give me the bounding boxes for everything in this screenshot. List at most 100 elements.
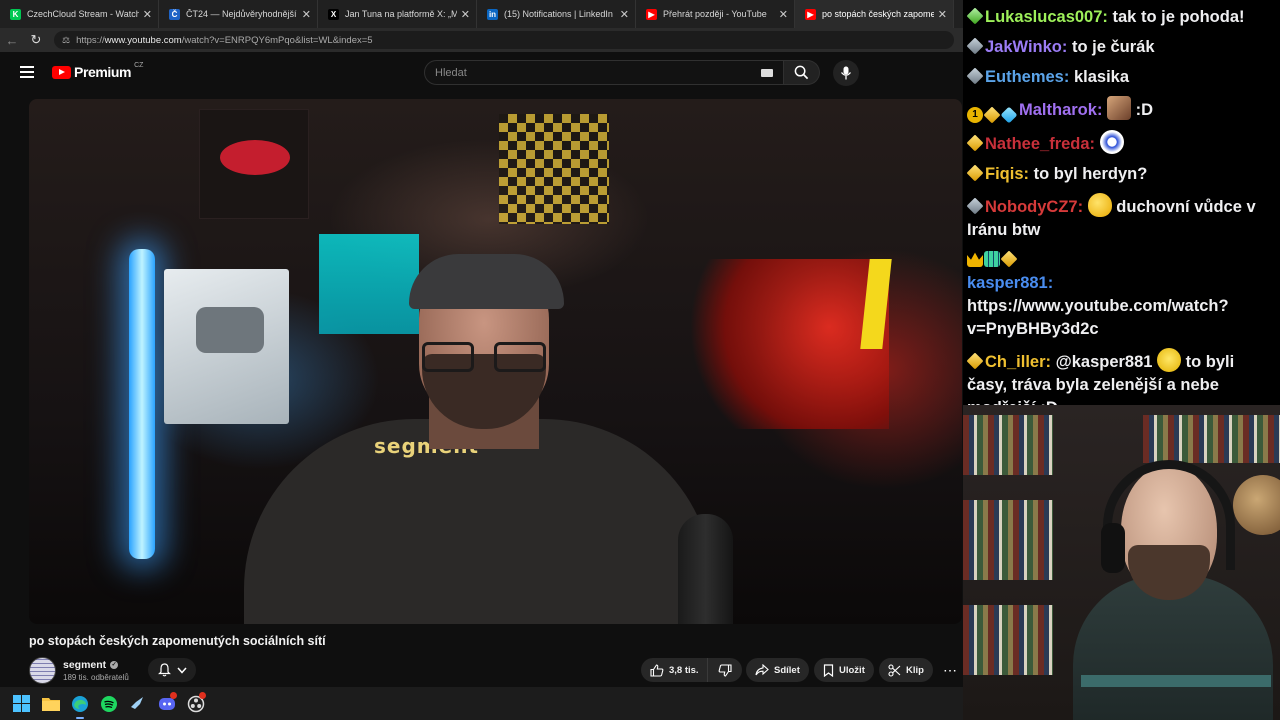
windows-start-icon[interactable] xyxy=(10,692,33,715)
tab-close-icon[interactable]: ✕ xyxy=(302,8,311,21)
video-scene-presenter: segment xyxy=(244,209,733,624)
video-scene-red-light xyxy=(689,259,889,429)
tab-close-icon[interactable]: ✕ xyxy=(938,8,947,21)
chat-badges xyxy=(966,134,984,152)
voice-search-button[interactable] xyxy=(833,60,859,86)
like-button[interactable]: 3,8 tis. xyxy=(641,658,707,682)
search-button[interactable] xyxy=(784,60,820,85)
chat-emote-icon xyxy=(1087,193,1112,217)
chat-username[interactable]: Lukaslucas007 xyxy=(985,8,1102,26)
file-explorer-icon[interactable] xyxy=(39,692,62,715)
site-info-icon[interactable]: ⚖ xyxy=(62,35,70,46)
tab-close-icon[interactable]: ✕ xyxy=(143,8,152,21)
chat-message: Fiqis: to byl herdyn? xyxy=(966,163,1276,186)
browser-tab[interactable]: ▶ po stopách českých zapomen ✕ xyxy=(795,0,954,28)
browser-tab[interactable]: Č ČT24 — Nejdůvěryhodnější zpravo ✕ xyxy=(159,0,318,28)
chat-badges xyxy=(966,197,984,215)
clip-button[interactable]: Klip xyxy=(879,658,933,682)
tab-favicon-icon: ▶ xyxy=(646,8,657,20)
obs-icon[interactable] xyxy=(184,692,207,715)
streamer-webcam xyxy=(963,405,1280,720)
chat-username[interactable]: Maltharok xyxy=(1019,101,1097,119)
chat-username[interactable]: Euthemes xyxy=(985,68,1064,86)
webcam-bookshelf-mid-left xyxy=(963,500,1053,580)
brand-label: Premium xyxy=(74,64,132,80)
crown-badge-icon xyxy=(967,252,983,267)
video-scene-poster xyxy=(199,109,309,219)
url-prefix: https:// xyxy=(76,34,105,46)
spotify-icon[interactable] xyxy=(97,692,120,715)
youtube-premium-logo[interactable]: Premium CZ xyxy=(52,61,144,80)
chat-username[interactable]: NobodyCZ7 xyxy=(985,198,1078,216)
notifications-button[interactable] xyxy=(148,658,196,682)
chat-username[interactable]: kasper881 xyxy=(967,274,1048,292)
tab-title: (15) Notifications | LinkedIn xyxy=(504,9,613,19)
chat-badges xyxy=(966,37,984,55)
obs-recording-badge xyxy=(199,692,206,699)
like-count: 3,8 tis. xyxy=(669,664,699,676)
tab-title: CzechCloud Stream - Watch Live o xyxy=(27,9,139,19)
keyboard-icon[interactable] xyxy=(761,69,773,77)
tab-close-icon[interactable]: ✕ xyxy=(461,8,470,21)
browser-tab[interactable]: in (15) Notifications | LinkedIn ✕ xyxy=(477,0,636,28)
channel-meta: segment ✓ 189 tis. odběratelů xyxy=(63,659,129,682)
chat-username[interactable]: Nathee_freda xyxy=(985,135,1090,153)
discord-notification-badge xyxy=(170,692,177,699)
steam-icon[interactable] xyxy=(126,692,149,715)
chat-username[interactable]: JakWinko xyxy=(985,38,1062,56)
channel-avatar[interactable] xyxy=(29,656,56,684)
tab-title: Přehrát později - YouTube xyxy=(663,9,767,19)
discord-icon[interactable] xyxy=(155,692,178,715)
url-field[interactable]: ⚖ https://www.youtube.com/watch?v=ENRPQY… xyxy=(54,31,954,49)
browser-tab[interactable]: X Jan Tuna na platformě X: „MIMOŘ ✕ xyxy=(318,0,477,28)
webcam-bookshelf-top-right xyxy=(1143,415,1280,463)
chat-colon: : xyxy=(1023,165,1034,183)
search-icon xyxy=(794,65,809,80)
video-scene-microphone xyxy=(678,514,733,624)
menu-icon[interactable] xyxy=(20,66,34,78)
gold-badge-icon xyxy=(966,134,984,152)
tab-title: ČT24 — Nejdůvěryhodnější zpravo xyxy=(186,9,298,19)
country-code: CZ xyxy=(134,61,144,69)
browser-tab[interactable]: K CzechCloud Stream - Watch Live o ✕ xyxy=(0,0,159,28)
chat-emote-icon xyxy=(1107,96,1132,120)
video-player[interactable]: segment xyxy=(29,99,962,624)
url-path: /watch?v=ENRPQY6mPqo&list=WL&index=5 xyxy=(181,34,373,46)
bits-gray-badge-icon xyxy=(966,67,984,85)
blue-badge-icon xyxy=(1000,106,1018,124)
dislike-button[interactable] xyxy=(706,658,742,682)
browser-tab-bar: K CzechCloud Stream - Watch Live o ✕ Č ČT24 … xyxy=(0,0,963,28)
more-actions-icon[interactable]: ⋯ xyxy=(940,660,960,680)
tab-close-icon[interactable]: ✕ xyxy=(620,8,629,21)
microphone-icon xyxy=(840,66,852,80)
chat-badges xyxy=(967,250,1018,268)
share-button[interactable]: Sdílet xyxy=(746,658,809,682)
channel-name[interactable]: segment xyxy=(63,659,106,671)
tab-close-icon[interactable]: ✕ xyxy=(779,8,788,21)
bits-gray-badge-icon xyxy=(966,37,984,55)
share-label: Sdílet xyxy=(774,664,800,676)
share-icon xyxy=(755,664,769,676)
tab-title: po stopách českých zapomen xyxy=(822,9,934,19)
chat-username[interactable]: Ch_iller xyxy=(985,353,1046,371)
chat-message: Nathee_freda: xyxy=(966,130,1276,156)
reload-icon[interactable]: ↻ xyxy=(24,32,48,48)
gold-badge-icon xyxy=(983,106,1001,124)
stream-chat: Lukaslucas007: tak to je pohoda! JakWinko… xyxy=(963,0,1280,417)
search-input[interactable] xyxy=(435,66,755,79)
chat-username[interactable]: Fiqis xyxy=(985,165,1024,183)
chat-text: https://www.youtube.com/watch?v=PnyBHBy3… xyxy=(967,297,1229,338)
edge-browser-icon[interactable] xyxy=(68,692,91,719)
gold-badge-icon xyxy=(966,164,984,182)
channel-owner: segment ✓ 189 tis. odběratelů xyxy=(29,656,129,684)
browser-tab[interactable]: ▶ Přehrát později - YouTube ✕ xyxy=(636,0,795,28)
gold-badge-icon xyxy=(1000,250,1018,268)
chat-message: JakWinko: to je čurák xyxy=(966,36,1276,59)
save-button[interactable]: Uložit xyxy=(814,658,874,682)
share-group: Sdílet xyxy=(746,658,809,682)
save-label: Uložit xyxy=(839,664,865,676)
chat-badges xyxy=(966,67,984,85)
back-icon[interactable]: ← xyxy=(0,33,24,48)
presenter-glasses xyxy=(422,342,546,372)
chat-message: Lukaslucas007: tak to je pohoda! xyxy=(966,6,1276,29)
